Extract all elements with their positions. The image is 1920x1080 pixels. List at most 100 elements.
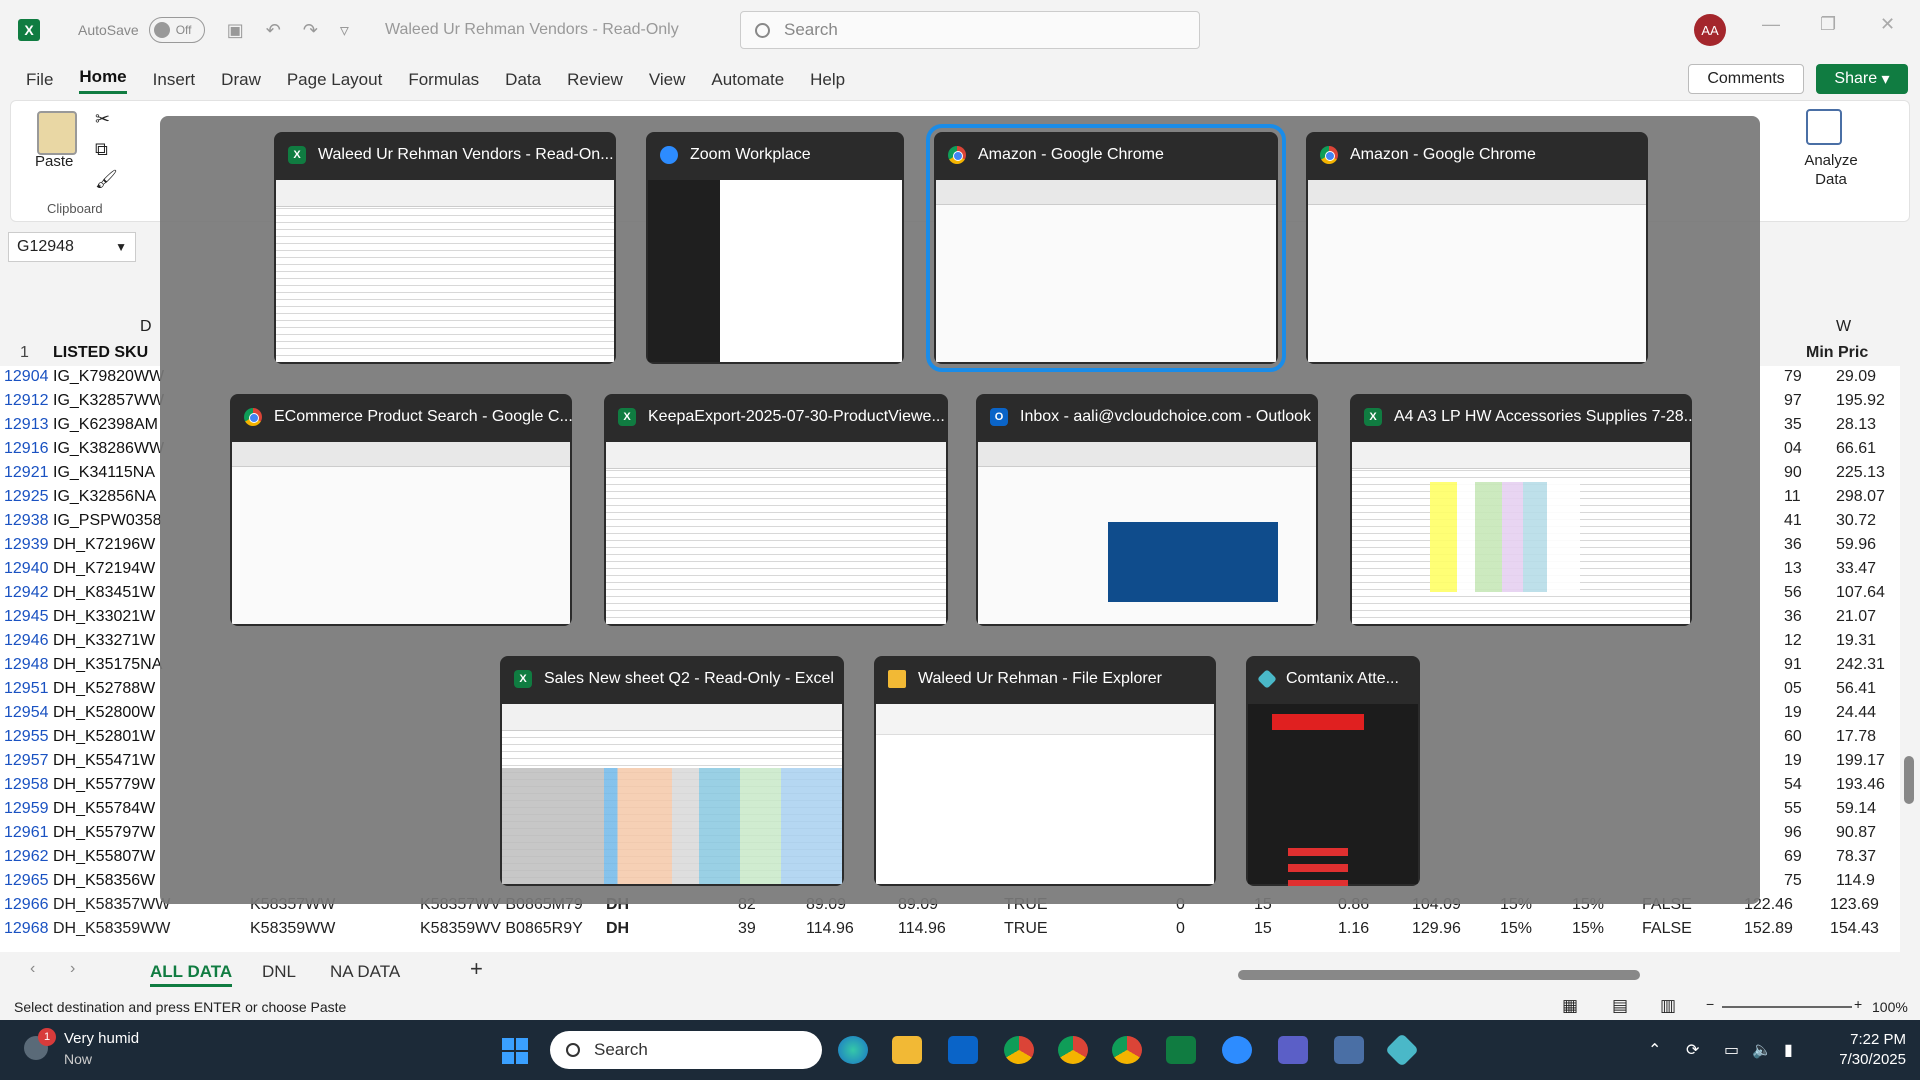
window-thumbnail [936, 180, 1276, 362]
format-painter-icon[interactable]: 🖌 [95, 169, 118, 190]
analyze-data-button[interactable]: Analyze Data [1801, 151, 1861, 189]
name-box[interactable]: G12948 ▼ [8, 232, 136, 262]
partial-cell: 97 [1784, 392, 1802, 409]
autosave-toggle[interactable]: Off [148, 17, 205, 43]
sheet-tab-dnl[interactable]: DNL [262, 962, 296, 982]
column-w-header[interactable]: W [1836, 318, 1851, 336]
avatar[interactable]: AA [1694, 14, 1726, 46]
table-cell: 154.43 [1830, 920, 1879, 937]
next-sheet-icon[interactable]: › [70, 960, 75, 978]
partial-cell: 41 [1784, 512, 1802, 529]
tab-review[interactable]: Review [567, 70, 623, 90]
copy-icon[interactable]: ⧉ [95, 139, 108, 160]
zoom-in-icon[interactable]: + [1854, 996, 1862, 1012]
document-title[interactable]: Waleed Ur Rehman Vendors - Read-Only [385, 21, 679, 39]
tab-draw[interactable]: Draw [221, 70, 261, 90]
weather-title[interactable]: Very humid [64, 1030, 139, 1047]
chrome-icon[interactable] [1112, 1036, 1142, 1064]
window-title: Amazon - Google Chrome [1350, 146, 1536, 163]
min-price-header[interactable]: Min Pric [1806, 344, 1868, 362]
zoom-slider[interactable] [1722, 1006, 1852, 1008]
network-icon[interactable]: ▭ [1724, 1040, 1739, 1060]
chrome-icon[interactable] [1058, 1036, 1088, 1064]
tab-home[interactable]: Home [79, 67, 127, 94]
clock[interactable]: 7:22 PM 7/30/2025 [1818, 1030, 1906, 1070]
save-icon[interactable]: ▣ [227, 20, 244, 41]
zoom-out-icon[interactable]: − [1706, 996, 1714, 1012]
customize-toolbar-icon[interactable]: ▿ [340, 20, 349, 41]
partial-cell: 75 [1784, 872, 1802, 889]
calculator-icon[interactable] [1334, 1036, 1364, 1064]
start-button[interactable] [502, 1038, 528, 1064]
outlook-icon[interactable] [948, 1036, 978, 1064]
switcher-window-2[interactable]: Amazon - Google Chrome [926, 124, 1286, 372]
column-d-header[interactable]: D [140, 318, 152, 336]
switcher-window-4[interactable]: ECommerce Product Search - Google C... [230, 394, 572, 626]
add-sheet-icon[interactable]: + [470, 956, 483, 982]
chevron-up-icon[interactable]: ⌃ [1648, 1040, 1661, 1060]
table-row[interactable]: 12968 DH_K58359WW K58359WW K58359WV B0865R9… [0, 918, 1900, 942]
tab-formulas[interactable]: Formulas [408, 70, 479, 90]
tab-insert[interactable]: Insert [153, 70, 196, 90]
page-layout-view-icon[interactable]: ▤ [1612, 996, 1628, 1016]
maximize-icon[interactable]: ❐ [1820, 14, 1836, 35]
listed-sku-cell: DH_K52800W [53, 704, 156, 721]
switcher-window-1[interactable]: Zoom Workplace [646, 132, 904, 364]
edge-icon[interactable] [838, 1036, 868, 1064]
tab-data[interactable]: Data [505, 70, 541, 90]
switcher-window-8[interactable]: X Sales New sheet Q2 - Read-Only - Excel [500, 656, 844, 886]
tab-help[interactable]: Help [810, 70, 845, 90]
tab-view[interactable]: View [649, 70, 686, 90]
tab-file[interactable]: File [26, 70, 53, 90]
taskbar-search[interactable]: Search [550, 1031, 822, 1069]
tab-page-layout[interactable]: Page Layout [287, 70, 382, 90]
analyze-data-icon[interactable] [1806, 109, 1842, 145]
cut-icon[interactable]: ✂ [95, 109, 110, 130]
partial-cell: 19 [1784, 704, 1802, 721]
switcher-window-0[interactable]: X Waleed Ur Rehman Vendors - Read-On... [274, 132, 616, 364]
paste-icon[interactable] [37, 111, 77, 155]
sync-icon[interactable]: ⟳ [1686, 1040, 1699, 1060]
switcher-window-3[interactable]: Amazon - Google Chrome [1306, 132, 1648, 364]
prev-sheet-icon[interactable]: ‹ [30, 960, 35, 978]
switcher-window-5[interactable]: X KeepaExport-2025-07-30-ProductViewe... [604, 394, 948, 626]
volume-icon[interactable]: 🔈 [1752, 1040, 1772, 1060]
comtanix-icon[interactable] [1385, 1033, 1419, 1067]
switcher-window-7[interactable]: X A4 A3 LP HW Accessories Supplies 7-28..… [1350, 394, 1692, 626]
redo-icon[interactable]: ↷ [303, 20, 318, 41]
vertical-scrollbar[interactable] [1900, 316, 1920, 952]
battery-icon[interactable]: ▮ [1784, 1040, 1793, 1060]
search-input[interactable]: Search [740, 11, 1200, 49]
listed-sku-header[interactable]: LISTED SKU [53, 344, 148, 362]
sheet-tab-all-data[interactable]: ALL DATA [150, 962, 233, 987]
zoom-level[interactable]: 100% [1872, 999, 1908, 1015]
excel-icon[interactable] [1166, 1036, 1196, 1064]
teams-icon[interactable] [1278, 1036, 1308, 1064]
zoom-icon[interactable] [1222, 1036, 1252, 1064]
listed-sku-cell: DH_K55779W [53, 776, 156, 793]
normal-view-icon[interactable]: ▦ [1562, 996, 1578, 1016]
close-icon[interactable]: ✕ [1880, 14, 1895, 35]
page-break-view-icon[interactable]: ▥ [1660, 996, 1676, 1016]
min-price-cell: 78.37 [1836, 848, 1877, 865]
chrome-icon[interactable] [1004, 1036, 1034, 1064]
switcher-window-10[interactable]: Comtanix Atte... [1246, 656, 1420, 886]
sheet-tab-na-data[interactable]: NA DATA [330, 962, 400, 982]
undo-icon[interactable]: ↶ [266, 20, 281, 41]
name-box-value: G12948 [17, 238, 74, 255]
minimize-icon[interactable]: — [1762, 14, 1780, 35]
row-number[interactable]: 1 [20, 344, 29, 362]
scroll-thumb[interactable] [1904, 756, 1914, 804]
zoom-icon [660, 146, 678, 164]
share-button[interactable]: Share ▾ [1816, 64, 1908, 94]
switcher-window-6[interactable]: O Inbox - aali@vcloudchoice.com - Outlook [976, 394, 1318, 626]
tab-automate[interactable]: Automate [711, 70, 784, 90]
window-title: ECommerce Product Search - Google C... [274, 408, 572, 425]
switcher-window-9[interactable]: Waleed Ur Rehman - File Explorer [874, 656, 1216, 886]
ribbon-tabs: File Home Insert Draw Page Layout Formulas Dat… [0, 62, 1920, 98]
comments-button[interactable]: Comments [1688, 64, 1804, 94]
paste-button[interactable]: Paste [35, 153, 73, 170]
horizontal-scrollbar[interactable] [1238, 970, 1640, 980]
file-explorer-icon[interactable] [892, 1036, 922, 1064]
table-cell: 15 [1254, 920, 1272, 937]
